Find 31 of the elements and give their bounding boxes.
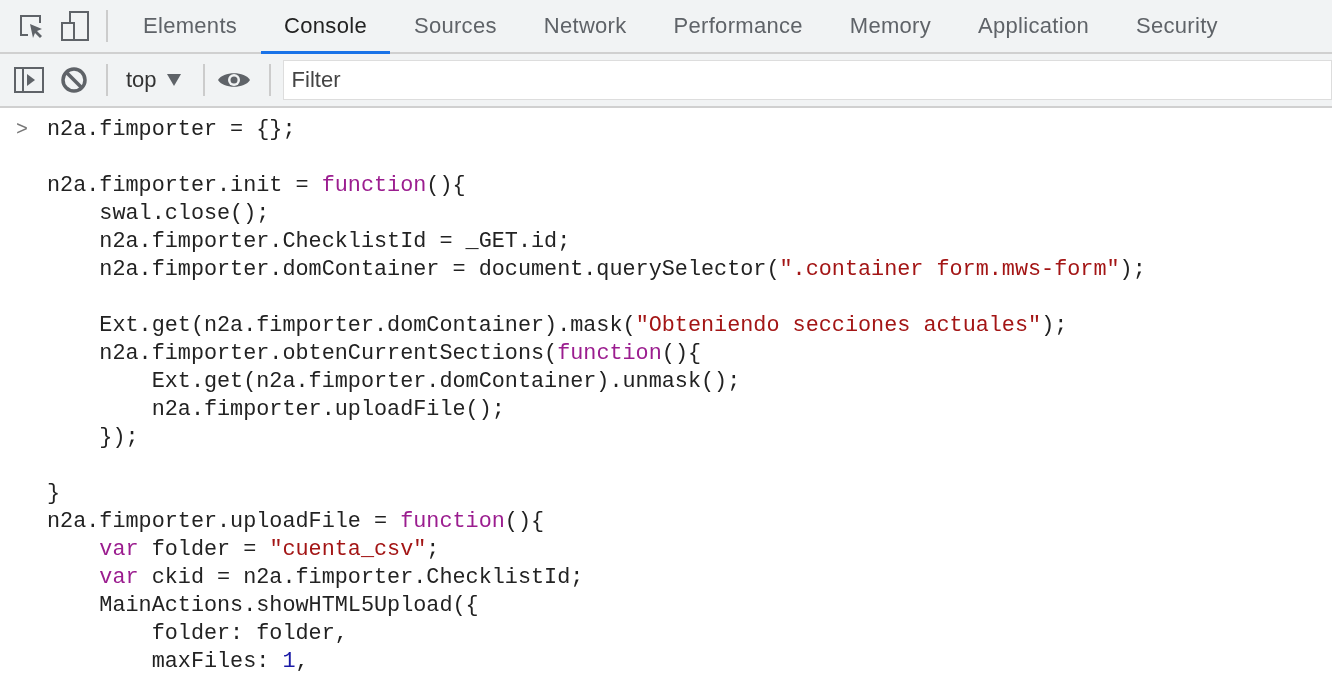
panel-tab[interactable]: Network bbox=[520, 0, 650, 54]
code-line: n2a.fimporter.obtenCurrentSections(function(){ bbox=[98, 340, 702, 368]
prompt-chevron: > bbox=[16, 117, 28, 143]
code-line: maxFiles: 1, bbox=[150, 648, 309, 674]
code-line: MainActions.showHTML5Upload({ bbox=[98, 592, 479, 620]
code-line: folder: folder, bbox=[150, 620, 348, 648]
code-line: n2a.fimporter.uploadFile = function(){ bbox=[47, 508, 545, 536]
panel-tab[interactable]: Security bbox=[1113, 0, 1241, 54]
panel-tab[interactable]: Performance bbox=[650, 0, 826, 54]
panel-tab[interactable]: Sources bbox=[390, 0, 520, 54]
device-toolbar-icon[interactable] bbox=[60, 10, 90, 42]
filter-field[interactable]: Filter bbox=[282, 60, 1332, 100]
code-line: swal.close(); bbox=[98, 200, 270, 228]
panel-tab[interactable]: Elements bbox=[120, 0, 261, 54]
code-line: n2a.fimporter.uploadFile(); bbox=[150, 396, 505, 424]
dropdown-caret-icon bbox=[166, 74, 181, 86]
code-line: n2a.fimporter = {}; bbox=[47, 116, 296, 144]
code-line: n2a.fimporter.domContainer = document.querySelector(".container form.mws-form"); bbox=[98, 256, 1146, 284]
panel-tab[interactable]: Application bbox=[955, 0, 1112, 54]
code-line: }); bbox=[98, 424, 139, 452]
sidebar-toggle-icon[interactable] bbox=[14, 67, 44, 93]
code-line: } bbox=[47, 480, 61, 508]
clear-console-icon[interactable] bbox=[60, 66, 88, 94]
code-line: n2a.fimporter.init = function(){ bbox=[47, 172, 466, 200]
context-selector[interactable]: top bbox=[120, 67, 187, 93]
code-line: n2a.fimporter.ChecklistId = _GET.id; bbox=[98, 228, 571, 256]
panel-tab[interactable]: Memory bbox=[826, 0, 955, 54]
code-line: var folder = "cuenta_csv"; bbox=[98, 536, 440, 564]
code-line: var ckid = n2a.fimporter.ChecklistId; bbox=[98, 564, 584, 592]
code-line: Ext.get(n2a.fimporter.domContainer).unmask(); bbox=[150, 368, 741, 396]
code-line: Ext.get(n2a.fimporter.domContainer).mask("Obteniendo secciones actuales"); bbox=[98, 312, 1068, 340]
